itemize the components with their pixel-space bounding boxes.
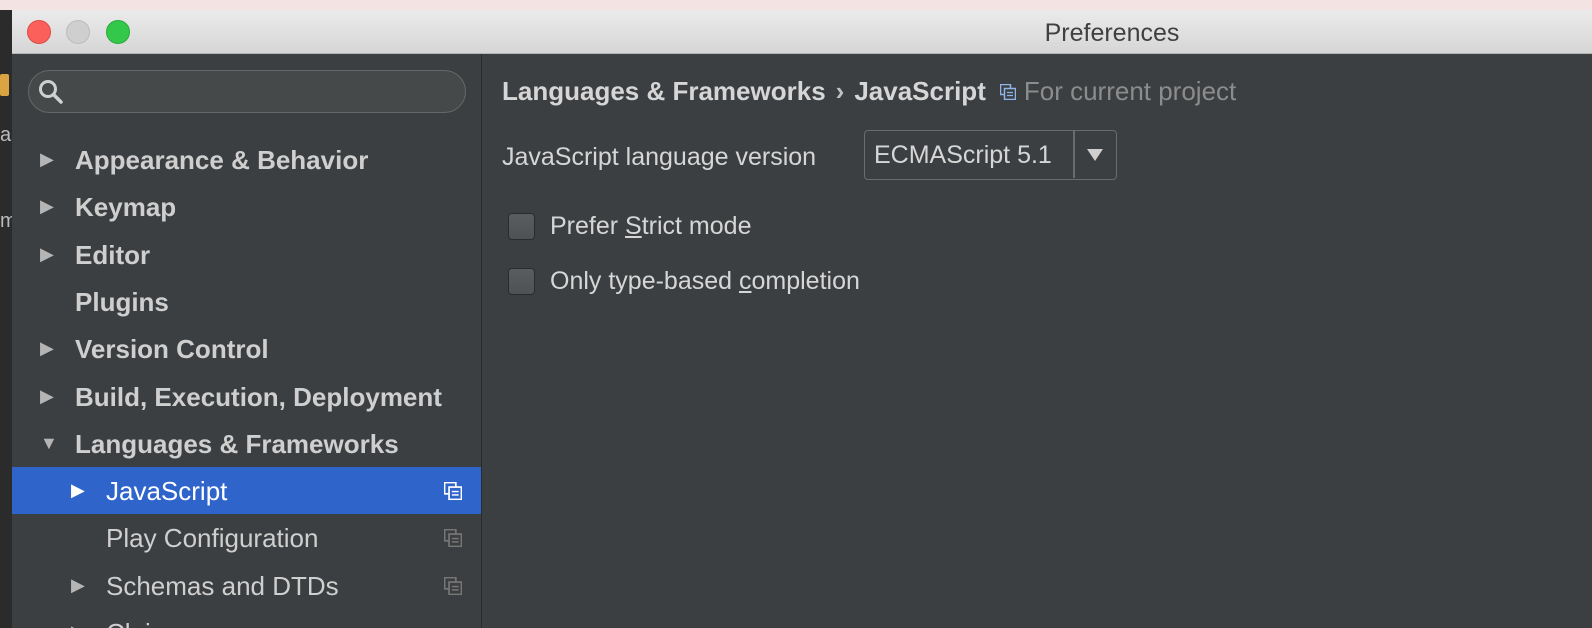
type-based-completion-checkbox[interactable] xyxy=(508,268,535,295)
title-bar[interactable]: Preferences xyxy=(12,10,1592,54)
sidebar-item-label: Build, Execution, Deployment xyxy=(75,381,442,412)
sidebar-item[interactable]: ▶ Keymap xyxy=(12,183,481,230)
triangle-right-icon[interactable]: ▶ xyxy=(71,576,85,594)
breadcrumb: Languages & Frameworks › JavaScript For cur… xyxy=(502,76,1236,109)
sidebar-item[interactable]: ▶ JavaScript xyxy=(12,467,481,515)
scope-label: For current project xyxy=(1023,76,1237,106)
sidebar-item-label: Plugins xyxy=(75,286,169,317)
label-text: Prefer xyxy=(550,212,626,240)
language-version-label: JavaScript language version xyxy=(502,143,817,171)
select-divider xyxy=(1073,131,1075,178)
sidebar-item-label: Editor xyxy=(75,239,151,270)
sidebar-item-label: JavaScript xyxy=(106,476,228,507)
sidebar-item[interactable]: ▶ Clojure xyxy=(12,609,481,628)
triangle-right-icon[interactable]: ▶ xyxy=(71,481,85,499)
prefer-strict-mode-checkbox[interactable] xyxy=(508,213,535,240)
search-icon xyxy=(39,80,63,104)
prefer-strict-mode-label[interactable]: Prefer Strict mode xyxy=(550,212,751,241)
triangle-right-icon[interactable]: ▶ xyxy=(40,150,54,168)
sidebar-item-label: Keymap xyxy=(75,192,177,223)
mnemonic-letter: S xyxy=(625,212,642,240)
folder-icon xyxy=(0,74,9,96)
sidebar-item-label: Schemas and DTDs xyxy=(106,570,339,601)
label-text: ompletion xyxy=(751,267,860,295)
sidebar-item[interactable]: Plugins xyxy=(12,278,481,325)
settings-sidebar: ▶ Appearance & Behavior ▶ Keymap ▶ Editor Plug… xyxy=(12,54,482,628)
chevron-down-icon[interactable] xyxy=(1087,149,1103,161)
sidebar-item[interactable]: Play Configuration xyxy=(12,514,481,561)
triangle-right-icon[interactable]: ▶ xyxy=(40,339,54,357)
project-settings-icon xyxy=(999,76,1017,107)
sidebar-item-label: Play Configuration xyxy=(106,523,319,554)
project-settings-icon xyxy=(443,481,463,505)
project-settings-icon xyxy=(443,576,463,600)
search-input[interactable] xyxy=(28,70,466,113)
breadcrumb-current: JavaScript xyxy=(854,76,986,106)
label-text: Only type-based xyxy=(550,267,739,295)
background-editor-edge: a m xyxy=(0,10,17,628)
sidebar-item-label: Languages & Frameworks xyxy=(75,428,399,459)
sidebar-item[interactable]: ▶ Editor xyxy=(12,231,481,278)
type-based-completion-label[interactable]: Only type-based completion xyxy=(550,267,860,296)
label-text: trict mode xyxy=(641,212,752,240)
settings-content-panel: Languages & Frameworks › JavaScript For cur… xyxy=(482,54,1592,628)
language-version-value: ECMAScript 5.1 xyxy=(874,141,1052,169)
sidebar-item[interactable]: ▶ Version Control xyxy=(12,325,481,372)
sidebar-item[interactable]: ▼ Languages & Frameworks xyxy=(12,420,481,467)
background-text-fragment: a xyxy=(0,124,12,146)
triangle-down-icon[interactable]: ▼ xyxy=(40,434,58,452)
window-title: Preferences xyxy=(1044,19,1180,47)
triangle-right-icon[interactable]: ▶ xyxy=(71,623,85,628)
breadcrumb-parent[interactable]: Languages & Frameworks xyxy=(502,76,826,106)
language-version-select[interactable]: ECMAScript 5.1 xyxy=(864,130,1117,180)
breadcrumb-separator: › xyxy=(835,76,845,106)
sidebar-item-label: Version Control xyxy=(75,334,269,365)
preferences-window: Preferences ▶ Appearance & Behavior ▶ Keyma… xyxy=(12,10,1592,628)
mnemonic-letter: c xyxy=(739,267,752,295)
triangle-right-icon[interactable]: ▶ xyxy=(40,197,54,215)
sidebar-item-label: Appearance & Behavior xyxy=(75,145,369,175)
sidebar-item[interactable]: ▶ Build, Execution, Deployment xyxy=(12,373,481,420)
sidebar-item[interactable]: ▶ Appearance & Behavior xyxy=(12,136,481,183)
triangle-right-icon[interactable]: ▶ xyxy=(40,245,54,263)
triangle-right-icon[interactable]: ▶ xyxy=(40,387,54,405)
sidebar-item-label: Clojure xyxy=(106,618,188,628)
sidebar-item[interactable]: ▶ Schemas and DTDs xyxy=(12,562,481,609)
project-settings-icon xyxy=(443,529,463,552)
